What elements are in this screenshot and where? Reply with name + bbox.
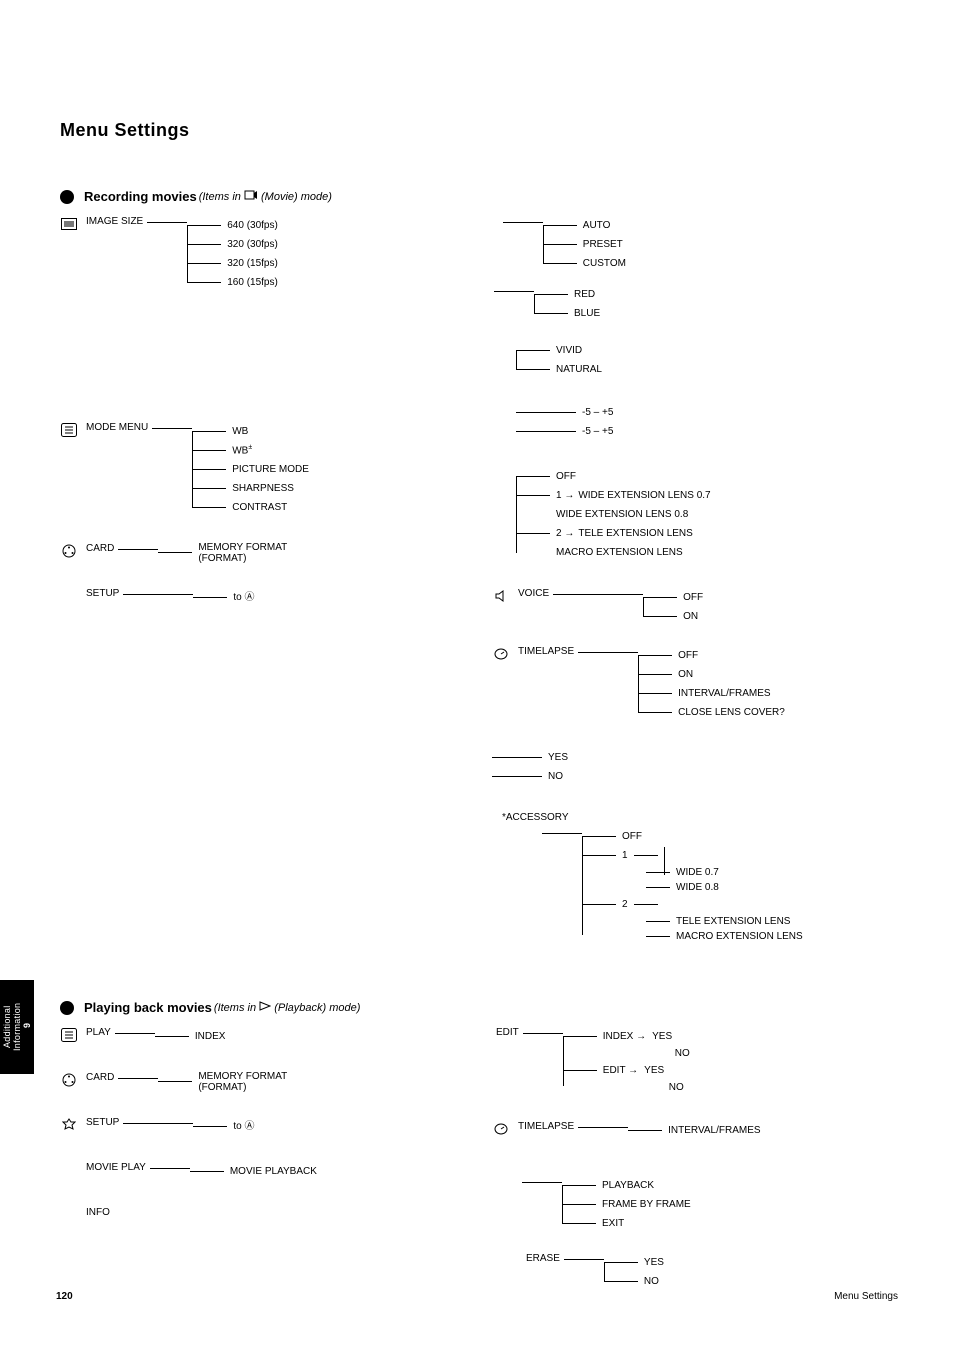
root-label: IMAGE SIZE	[82, 216, 147, 227]
playback-card-tree: CARD MEMORY FORMAT(FORMAT)	[60, 1072, 462, 1091]
memory-format-children: YES NO	[492, 748, 894, 786]
timelapse-tree: TIMELAPSE OFF ON INTERVAL/FRAMES CLOSE L…	[492, 646, 894, 722]
camera-picture-mode-children: VIVID NATURAL	[516, 341, 894, 379]
edit-index: INDEX →	[603, 1031, 646, 1042]
image-size-tree: IMAGE SIZE 640 (30fps) 320 (30fps) 320 (…	[60, 216, 462, 292]
footer-title: Menu Settings	[834, 1291, 898, 1302]
section-movie-sub: (Items in (Movie) mode)	[199, 190, 332, 203]
root-label: MODE MENU	[82, 422, 152, 433]
playback-left-col: PLAY INDEX CARD MEMORY FORMAT(FORMAT)	[60, 1027, 462, 1317]
mode-menu-icon	[60, 423, 78, 437]
playback-mode-menu-tree: PLAY INDEX	[60, 1027, 462, 1046]
timelapse-icon	[492, 647, 510, 661]
playback-columns: PLAY INDEX CARD MEMORY FORMAT(FORMAT)	[60, 1027, 894, 1317]
yes: YES	[548, 752, 568, 763]
page: Menu Settings Recording movies (Items in…	[0, 0, 954, 1352]
bullet-icon	[60, 190, 74, 204]
movie-setup-tree: SETUP to Ⓐ	[82, 588, 462, 607]
playback-timelapse-tree: TIMELAPSE INTERVAL/FRAMES	[492, 1121, 894, 1140]
voice-tree: VOICE OFF ON	[492, 588, 894, 626]
erase-tree: ERASE YES NO	[522, 1253, 894, 1291]
section-movie-title: Recording movies	[84, 189, 197, 204]
edit-edit: EDIT →	[603, 1065, 638, 1076]
section-movie-header: Recording movies (Items in (Movie) mode)	[60, 189, 894, 204]
camera-wb-children: . AUTO PRESET CUSTOM	[492, 216, 894, 273]
card-label: CARD	[82, 543, 118, 554]
wbz-label: WB±	[232, 444, 252, 456]
page-number: 120	[56, 1291, 73, 1302]
image-size-icon	[60, 217, 78, 231]
movie-right-col: . AUTO PRESET CUSTOM RED	[492, 216, 894, 970]
page-title: Menu Settings	[60, 120, 894, 141]
movie-left-col: IMAGE SIZE 640 (30fps) 320 (30fps) 320 (…	[60, 216, 462, 970]
info-tree: INFO	[82, 1207, 462, 1218]
no: NO	[548, 771, 563, 782]
section-playback-sub: (Items in (Playback) mode)	[214, 1001, 361, 1014]
mode-menu-icon	[60, 1028, 78, 1042]
card-icon	[60, 544, 78, 558]
setup-label: SETUP	[82, 588, 123, 599]
to-A: to Ⓐ	[233, 592, 254, 603]
playback-mode-icon	[259, 1001, 271, 1011]
memory-format-label: MEMORY FORMAT(FORMAT)	[198, 542, 287, 564]
movie-columns: IMAGE SIZE 640 (30fps) 320 (30fps) 320 (…	[60, 216, 894, 970]
side-tab: Additional Information 9	[0, 980, 34, 1074]
setup-icon	[60, 1118, 78, 1132]
page-footer: 120 Menu Settings	[0, 1291, 954, 1302]
card-icon	[60, 1073, 78, 1087]
section-playback-title: Playing back movies	[84, 1000, 212, 1015]
movie-playback-children: PLAYBACK FRAME BY FRAME EXIT	[522, 1176, 894, 1233]
memory-format-label: MEMORY FORMAT(FORMAT)	[198, 1071, 287, 1093]
accessory-children: OFF 1 →WIDE EXTENSION LENS 0.7 WIDE EXTE…	[516, 467, 894, 562]
bullet-icon	[60, 1001, 74, 1015]
movie-play-tree: MOVIE PLAY MOVIE PLAYBACK	[82, 1162, 462, 1181]
timelapse-icon	[492, 1122, 510, 1136]
voice-icon	[492, 589, 510, 603]
playback-setup-tree: SETUP to Ⓐ	[60, 1117, 462, 1136]
playback-right-col: EDIT INDEX →YES NO EDIT →YES NO T	[492, 1027, 894, 1317]
acc-2: 2 →	[556, 528, 574, 539]
edit-tree: EDIT INDEX →YES NO EDIT →YES NO	[492, 1027, 894, 1095]
movie-mode-menu-tree: MODE MENU WB WB± PICTURE MODE SHARPNESS …	[60, 422, 462, 517]
camera-wbz-children: RED BLUE	[494, 285, 894, 323]
movie-card-tree: CARD MEMORY FORMAT(FORMAT)	[60, 543, 462, 562]
sharpness-contrast-children: -5 – +5 -5 – +5	[516, 403, 894, 441]
to-A: to Ⓐ	[233, 1121, 254, 1132]
acc-1: 1 →	[556, 490, 574, 501]
movie-mode-icon	[244, 190, 258, 200]
accessory-note: *ACCESSORY OFF 1	[492, 812, 894, 944]
section-playback-header: Playing back movies (Items in (Playback)…	[60, 1000, 894, 1015]
